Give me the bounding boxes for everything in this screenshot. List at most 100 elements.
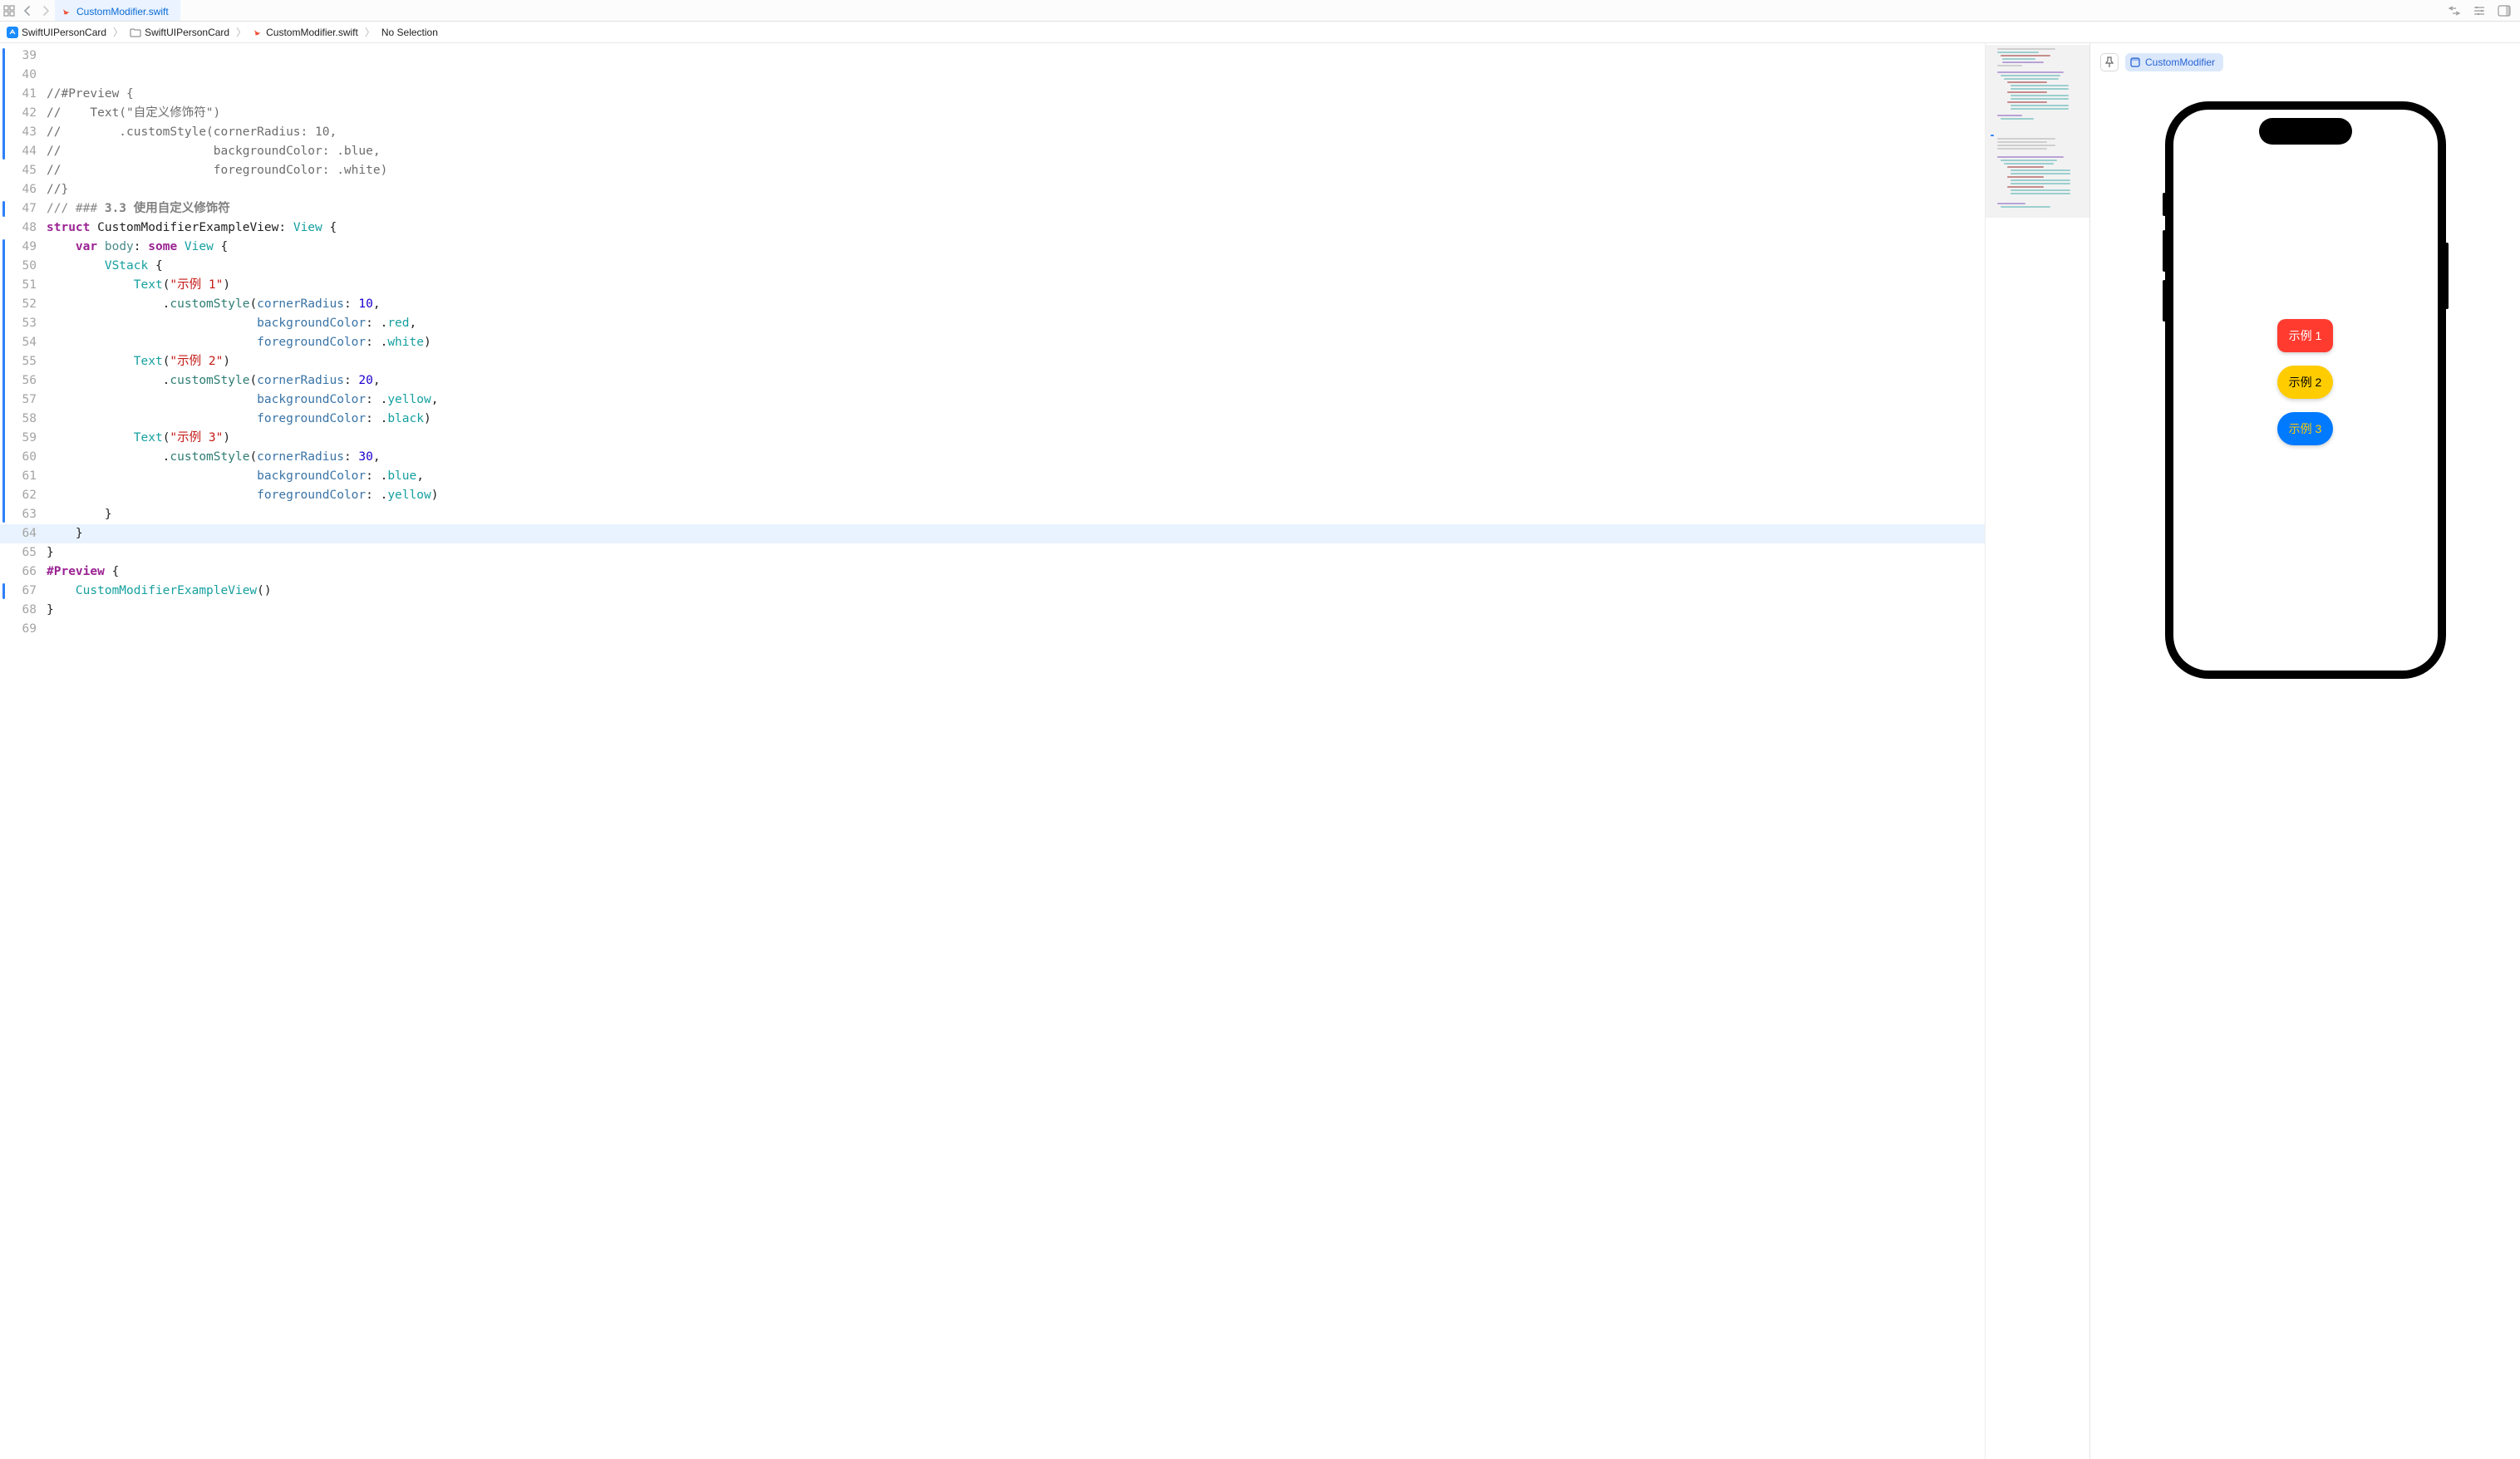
line-number: 62 [0,486,37,505]
preview-name-label: CustomModifier [2145,56,2215,68]
line-number: 57 [0,391,37,410]
minimap-line [2007,101,2047,103]
code-line[interactable]: #Preview { [47,562,1985,582]
line-number: 55 [0,352,37,371]
minimap-line [2002,58,2035,60]
code-line[interactable]: Text("示例 1") [47,276,1985,295]
line-number: 65 [0,543,37,562]
code-line[interactable]: } [47,524,1985,543]
line-number: 58 [0,410,37,429]
minimap-line [2011,179,2070,181]
line-number: 42 [0,104,37,123]
code-line[interactable]: struct CustomModifierExampleView: View { [47,219,1985,238]
breadcrumb-file[interactable]: CustomModifier.swift [253,27,358,38]
chevron-right-icon: 〉 [233,25,249,39]
breadcrumb-project[interactable]: SwiftUIPersonCard [7,27,106,38]
code-area[interactable]: //#Preview {// Text("自定义修饰符")// .customS… [47,43,1985,1459]
minimap-line [2001,75,2060,76]
code-line[interactable]: .customStyle(cornerRadius: 10, [47,295,1985,314]
device-screen[interactable]: 示例 1示例 2示例 3 [2173,110,2438,671]
line-number: 48 [0,219,37,238]
code-line[interactable]: // backgroundColor: .blue, [47,142,1985,161]
file-tab[interactable]: CustomModifier.swift [55,0,180,21]
code-line[interactable]: .customStyle(cornerRadius: 30, [47,448,1985,467]
code-line[interactable]: foregroundColor: .white) [47,333,1985,352]
minimap-line [2011,85,2069,86]
line-number: 54 [0,333,37,352]
code-line[interactable]: //#Preview { [47,85,1985,104]
code-line[interactable]: //} [47,180,1985,199]
preview-pane: CustomModifier 示例 1示例 2示例 3 [2089,43,2520,1459]
breadcrumb-group[interactable]: SwiftUIPersonCard [130,27,229,38]
nav-back-button[interactable] [18,2,37,20]
code-line[interactable]: var body: some View { [47,238,1985,257]
side-button [2163,230,2166,272]
preview-content: 示例 1示例 2示例 3 [2277,319,2334,445]
chevron-right-icon: 〉 [110,25,126,39]
line-number: 67 [0,582,37,601]
code-line[interactable]: backgroundColor: .red, [47,314,1985,333]
change-bar [2,239,5,523]
app-icon [7,27,18,38]
line-number: 45 [0,161,37,180]
line-number: 49 [0,238,37,257]
breadcrumb-selection[interactable]: No Selection [381,27,438,38]
toggle-changes-icon[interactable] [2445,2,2463,20]
code-line[interactable]: /// ### 3.3 使用自定义修饰符 [47,199,1985,219]
minimap-line [1997,141,2047,143]
minimap-line [2004,163,2054,165]
change-bar [2,583,5,599]
line-number: 40 [0,66,37,85]
line-number: 56 [0,371,37,391]
grid-icon[interactable] [0,2,18,20]
code-line[interactable]: Text("示例 2") [47,352,1985,371]
editor-pane: 3940414243444546474849505152535455565758… [0,43,2089,1459]
code-line[interactable]: } [47,543,1985,562]
code-line[interactable]: // .customStyle(cornerRadius: 10, [47,123,1985,142]
change-bar [2,201,5,217]
side-button [2163,193,2166,216]
code-line[interactable]: backgroundColor: .yellow, [47,391,1985,410]
minimap-line [2004,78,2059,80]
toggle-right-panel-icon[interactable] [2495,2,2513,20]
code-line[interactable]: Text("示例 3") [47,429,1985,448]
minimap-line [2011,189,2070,191]
code-line[interactable]: VStack { [47,257,1985,276]
preview-sample-3: 示例 3 [2277,412,2334,445]
code-line[interactable]: backgroundColor: .blue, [47,467,1985,486]
minimap-line [2011,183,2070,184]
line-number: 64 [0,524,37,543]
dynamic-island [2259,118,2352,145]
line-gutter[interactable]: 3940414243444546474849505152535455565758… [0,43,47,1459]
line-number: 46 [0,180,37,199]
code-line[interactable]: .customStyle(cornerRadius: 20, [47,371,1985,391]
line-number: 60 [0,448,37,467]
minimap[interactable] [1985,43,2089,1459]
preview-sample-2: 示例 2 [2277,366,2334,399]
code-line[interactable]: CustomModifierExampleView() [47,582,1985,601]
minimap-line [1997,71,2064,73]
swift-icon [253,27,263,37]
minimap-line [1997,148,2047,150]
minimap-line [1997,65,2022,66]
swift-icon [62,7,71,17]
adjust-editor-icon[interactable] [2470,2,2488,20]
minimap-line [2007,186,2044,188]
code-line[interactable]: } [47,601,1985,620]
pin-preview-button[interactable] [2100,53,2119,71]
line-number: 61 [0,467,37,486]
chevron-right-icon: 〉 [362,25,378,39]
minimap-line [1997,115,2022,116]
minimap-line [2011,98,2069,100]
code-line[interactable]: } [47,505,1985,524]
minimap-line [2007,166,2044,168]
code-line[interactable]: // Text("自定义修饰符") [47,104,1985,123]
code-line[interactable]: foregroundColor: .black) [47,410,1985,429]
line-number: 53 [0,314,37,333]
breadcrumb-selection-label: No Selection [381,27,438,38]
code-line[interactable]: foregroundColor: .yellow) [47,486,1985,505]
preview-selector[interactable]: CustomModifier [2125,53,2223,71]
code-line[interactable]: // foregroundColor: .white) [47,161,1985,180]
nav-forward-button[interactable] [37,2,55,20]
minimap-line [1997,145,2055,146]
